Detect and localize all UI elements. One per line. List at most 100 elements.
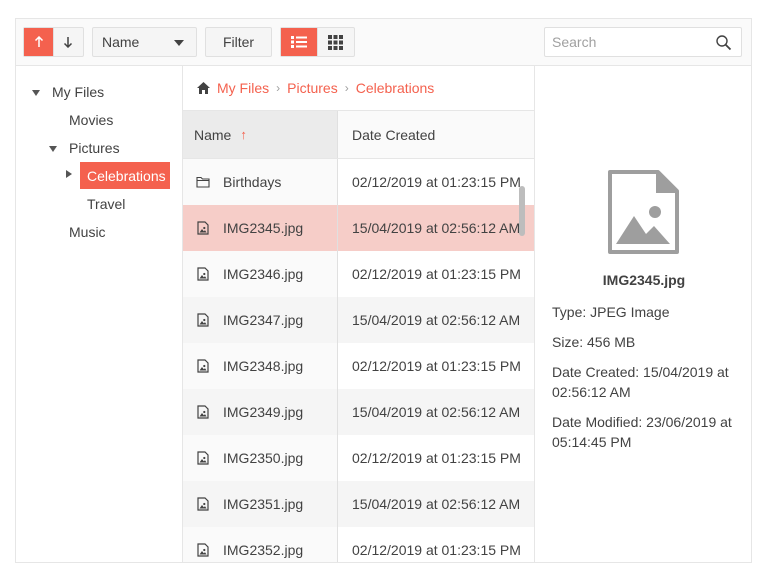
column-header-label: Date Created bbox=[352, 126, 436, 143]
file-name-cell: IMG2351.jpg bbox=[183, 481, 338, 527]
file-row[interactable]: IMG2351.jpg 15/04/2019 at 02:56:12 AM bbox=[183, 481, 534, 527]
tree-item-label: Movies bbox=[69, 112, 114, 128]
tree-item-music[interactable]: Music bbox=[62, 219, 113, 245]
date-created-cell: 02/12/2019 at 01:23:15 PM bbox=[338, 251, 534, 297]
arrow-down-icon bbox=[63, 37, 73, 48]
file-row[interactable]: Birthdays 02/12/2019 at 01:23:15 PM bbox=[183, 159, 534, 205]
image-file-icon bbox=[196, 451, 210, 465]
sort-field-select[interactable]: Name bbox=[92, 27, 197, 57]
date-created-cell: 15/04/2019 at 02:56:12 AM bbox=[338, 205, 534, 251]
image-file-icon bbox=[196, 359, 210, 373]
file-row[interactable]: IMG2352.jpg 02/12/2019 at 01:23:15 PM bbox=[183, 527, 534, 562]
filter-button[interactable]: Filter bbox=[205, 27, 272, 57]
grid-icon bbox=[328, 34, 343, 50]
breadcrumb-separator: › bbox=[276, 81, 281, 95]
tree-item-label: Music bbox=[69, 224, 106, 240]
tree-item-label: Celebrations bbox=[87, 167, 166, 184]
sort-ascending-button[interactable] bbox=[24, 28, 53, 56]
image-file-icon bbox=[608, 170, 679, 254]
tree-item-label: My Files bbox=[52, 84, 105, 100]
breadcrumb-pictures[interactable]: Pictures bbox=[287, 80, 338, 96]
file-name-cell: IMG2352.jpg bbox=[183, 527, 338, 562]
view-mode-group bbox=[280, 27, 355, 57]
collapse-toggle-icon[interactable] bbox=[66, 170, 72, 178]
details-date-modified-line: 05:14:45 PM bbox=[552, 434, 632, 450]
details-date-created-line: Date Created: 15/04/2019 at bbox=[552, 364, 729, 380]
search-icon[interactable] bbox=[715, 34, 733, 52]
file-name: IMG2348.jpg bbox=[223, 358, 304, 374]
image-file-icon bbox=[196, 543, 210, 557]
details-pane: IMG2345.jpg Type: JPEG Image Size: 456 M… bbox=[534, 66, 751, 562]
date-created-cell: 15/04/2019 at 02:56:12 AM bbox=[338, 481, 534, 527]
column-header-label: Name bbox=[194, 126, 232, 143]
image-file-icon bbox=[196, 497, 210, 511]
details-type: Type: JPEG Image bbox=[552, 304, 670, 320]
sort-field-value: Name bbox=[102, 34, 140, 50]
file-row[interactable]: IMG2346.jpg 02/12/2019 at 01:23:15 PM bbox=[183, 251, 534, 297]
tree-item-label: Travel bbox=[87, 196, 126, 212]
image-file-icon bbox=[196, 221, 210, 235]
date-created-cell: 02/12/2019 at 01:23:15 PM bbox=[338, 159, 534, 205]
home-icon[interactable] bbox=[196, 81, 211, 95]
column-header-date-created[interactable]: Date Created bbox=[338, 111, 534, 158]
file-name-cell: IMG2348.jpg bbox=[183, 343, 338, 389]
folder-tree: My Files Movies Pictures Celebrations Tr… bbox=[16, 66, 183, 562]
file-name: IMG2349.jpg bbox=[223, 404, 304, 420]
file-name: IMG2350.jpg bbox=[223, 450, 304, 466]
arrow-up-icon bbox=[34, 36, 43, 47]
file-name: IMG2352.jpg bbox=[223, 542, 304, 558]
details-date-created: Date Created: 15/04/2019 at 02:56:12 AM bbox=[552, 362, 747, 402]
tree-item-movies[interactable]: Movies bbox=[62, 107, 120, 133]
file-manager: Name Filter Search My Files Movies Pictu… bbox=[15, 18, 752, 563]
file-row[interactable]: IMG2349.jpg 15/04/2019 at 02:56:12 AM bbox=[183, 389, 534, 435]
image-file-icon bbox=[196, 313, 210, 327]
sort-descending-button[interactable] bbox=[53, 28, 82, 56]
file-row[interactable]: IMG2345.jpg 15/04/2019 at 02:56:12 AM bbox=[183, 205, 534, 251]
details-size: Size: 456 MB bbox=[552, 334, 636, 350]
image-file-icon bbox=[196, 267, 210, 281]
vertical-scrollbar[interactable] bbox=[519, 186, 525, 236]
sort-arrow-up-icon: ↑ bbox=[240, 127, 247, 142]
file-name: IMG2346.jpg bbox=[223, 266, 304, 282]
details-date-modified: Date Modified: 23/06/2019 at 05:14:45 PM bbox=[552, 412, 747, 452]
file-name-cell: IMG2345.jpg bbox=[183, 205, 338, 251]
expand-toggle-icon[interactable] bbox=[32, 90, 40, 96]
grid-view-button[interactable] bbox=[317, 28, 353, 56]
breadcrumb-my-files[interactable]: My Files bbox=[217, 80, 269, 96]
file-name: IMG2345.jpg bbox=[223, 220, 304, 236]
column-header-name[interactable]: Name ↑ bbox=[183, 111, 338, 158]
chevron-down-icon bbox=[174, 40, 184, 46]
search-box bbox=[544, 27, 742, 57]
details-date-modified-line: Date Modified: 23/06/2019 at bbox=[552, 414, 732, 430]
file-row[interactable]: IMG2347.jpg 15/04/2019 at 02:56:12 AM bbox=[183, 297, 534, 343]
file-row[interactable]: IMG2350.jpg 02/12/2019 at 01:23:15 PM bbox=[183, 435, 534, 481]
tree-item-label: Pictures bbox=[69, 140, 120, 156]
file-name: IMG2351.jpg bbox=[223, 496, 304, 512]
list-icon bbox=[291, 36, 307, 48]
tree-item-pictures[interactable]: Pictures bbox=[62, 135, 127, 161]
details-date-created-line: 02:56:12 AM bbox=[552, 384, 631, 400]
file-name-cell: IMG2347.jpg bbox=[183, 297, 338, 343]
details-file-name: IMG2345.jpg bbox=[602, 272, 686, 288]
tree-item-travel[interactable]: Travel bbox=[80, 191, 132, 217]
file-name: IMG2347.jpg bbox=[223, 312, 304, 328]
date-created-cell: 02/12/2019 at 01:23:15 PM bbox=[338, 435, 534, 481]
tree-item-celebrations[interactable]: Celebrations bbox=[80, 162, 170, 189]
list-view-button[interactable] bbox=[281, 28, 317, 56]
date-created-cell: 02/12/2019 at 01:23:15 PM bbox=[338, 343, 534, 389]
file-name-cell: IMG2349.jpg bbox=[183, 389, 338, 435]
date-created-cell: 15/04/2019 at 02:56:12 AM bbox=[338, 297, 534, 343]
file-row[interactable]: IMG2348.jpg 02/12/2019 at 01:23:15 PM bbox=[183, 343, 534, 389]
file-list-pane: My Files › Pictures › Celebrations Name … bbox=[183, 66, 534, 562]
grid-header: Name ↑ Date Created bbox=[183, 111, 534, 159]
sort-direction-group bbox=[23, 27, 84, 57]
date-created-cell: 15/04/2019 at 02:56:12 AM bbox=[338, 389, 534, 435]
folder-icon bbox=[196, 175, 210, 189]
breadcrumb-separator: › bbox=[344, 81, 349, 95]
breadcrumb: My Files › Pictures › Celebrations bbox=[183, 66, 534, 111]
tree-item-my-files[interactable]: My Files bbox=[45, 79, 111, 105]
expand-toggle-icon[interactable] bbox=[49, 146, 57, 152]
breadcrumb-celebrations[interactable]: Celebrations bbox=[356, 80, 435, 96]
search-input[interactable] bbox=[545, 28, 705, 56]
date-created-cell: 02/12/2019 at 01:23:15 PM bbox=[338, 527, 534, 562]
